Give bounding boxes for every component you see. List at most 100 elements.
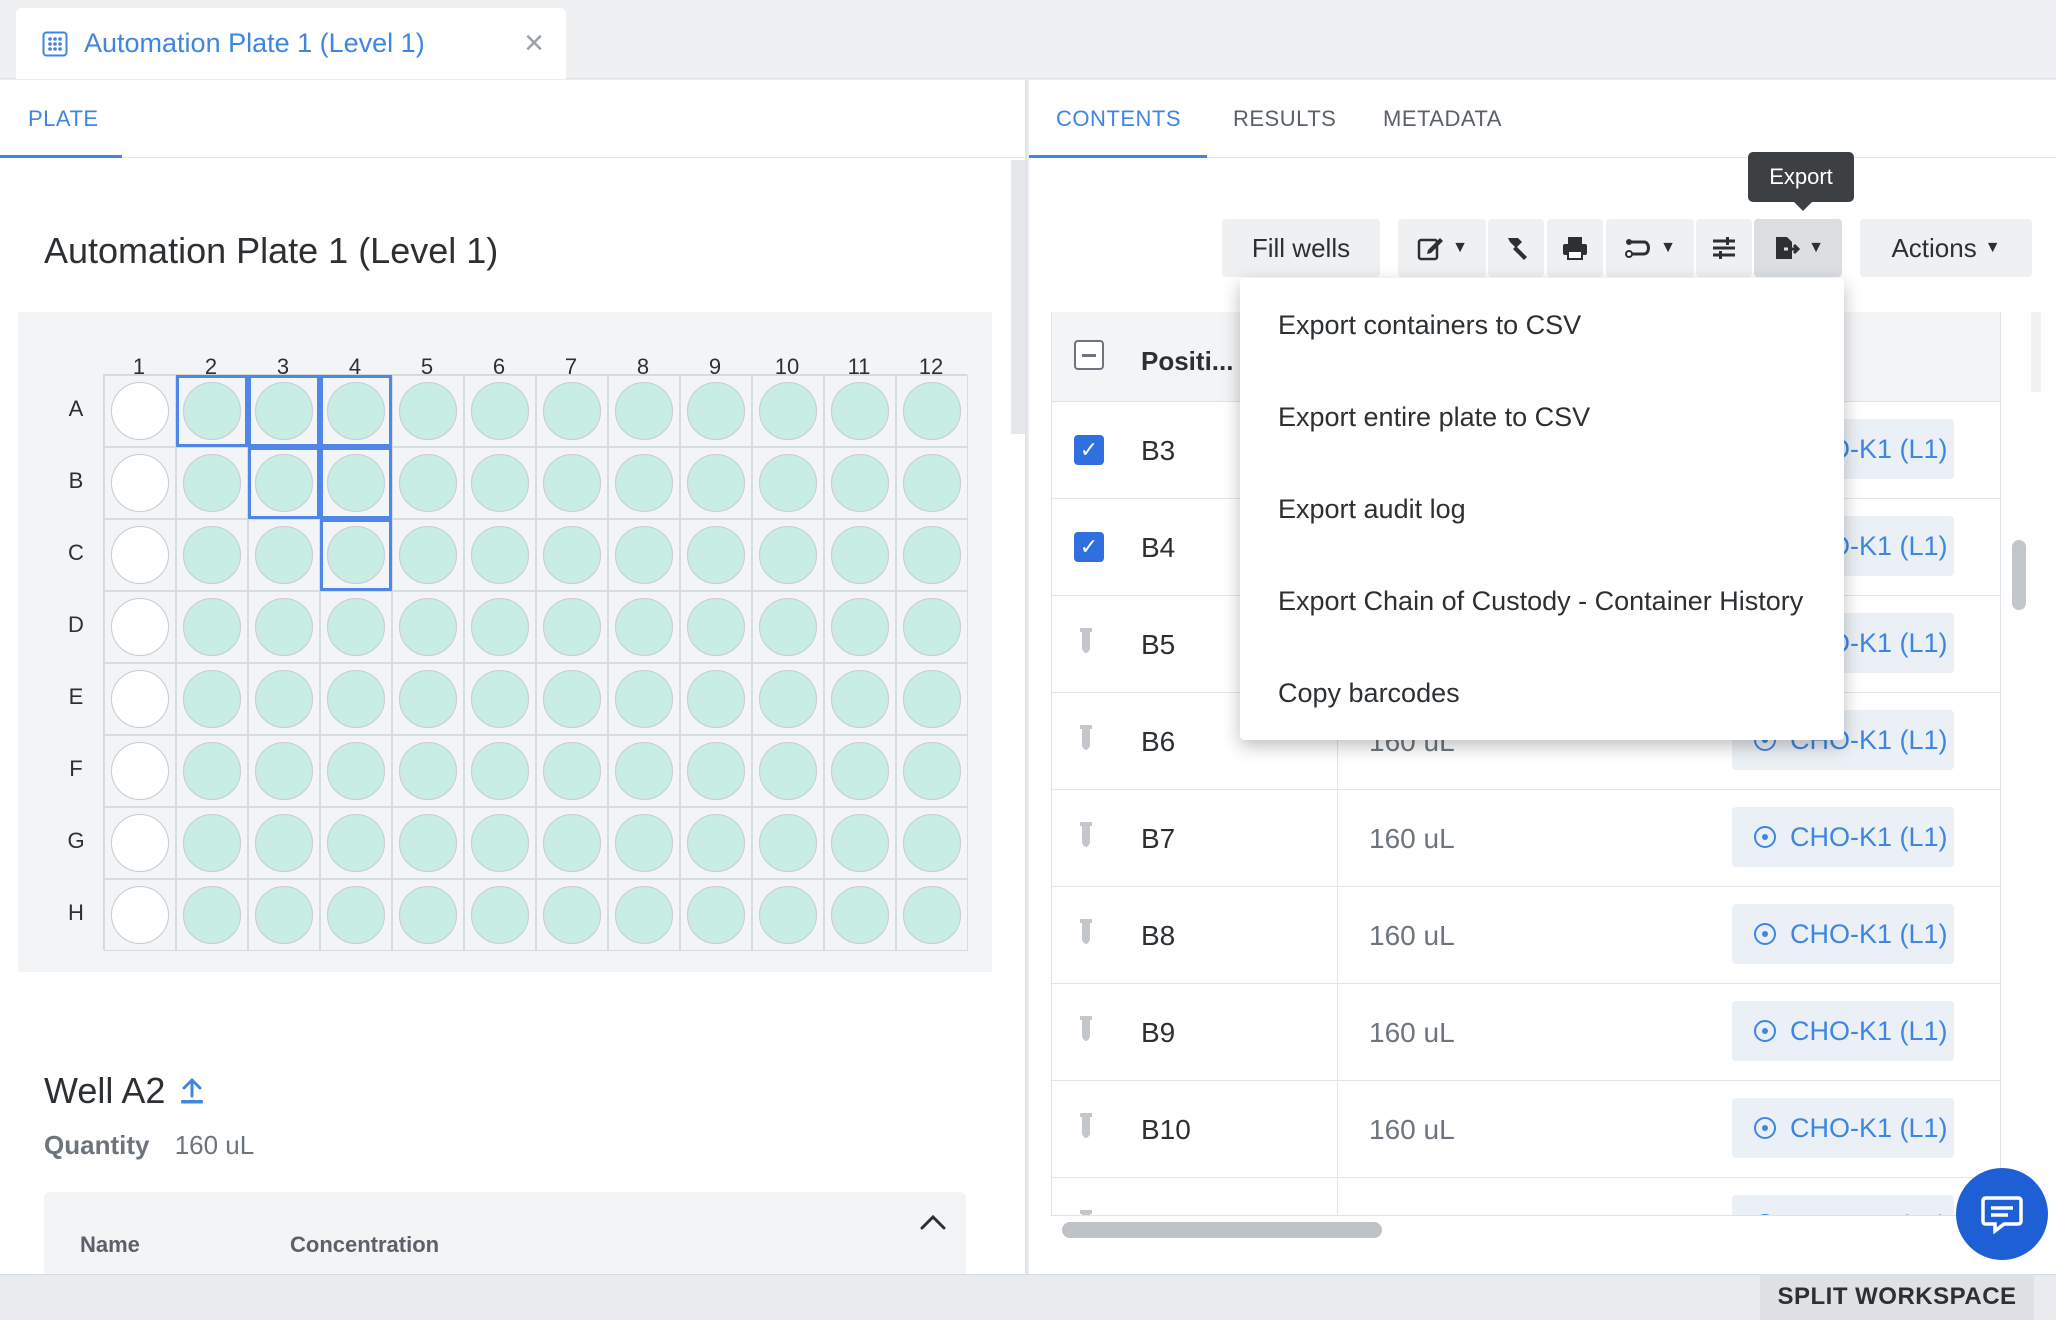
well-B10[interactable]	[752, 447, 824, 519]
well-C4[interactable]	[320, 519, 392, 591]
table-row[interactable]: B11 160 uL CHO-K1 (L1)	[1052, 1178, 2000, 1215]
well-C7[interactable]	[536, 519, 608, 591]
split-workspace-button[interactable]: SPLIT WORKSPACE	[1760, 1274, 2034, 1320]
well-F3[interactable]	[248, 735, 320, 807]
well-C11[interactable]	[824, 519, 896, 591]
well-A3[interactable]	[248, 375, 320, 447]
table-vertical-scrollbar[interactable]	[2012, 540, 2026, 610]
export-menu-button[interactable]: ▼	[1754, 219, 1842, 277]
well-A12[interactable]	[896, 375, 968, 447]
tab-plate[interactable]: PLATE	[28, 106, 99, 132]
chevron-up-icon[interactable]	[918, 1212, 948, 1232]
cell-line-chip[interactable]: CHO-K1 (L1)	[1732, 1195, 1954, 1215]
well-G8[interactable]	[608, 807, 680, 879]
cell-line-chip[interactable]: CHO-K1 (L1)	[1732, 1001, 1954, 1061]
well-C1[interactable]	[104, 519, 176, 591]
row-checkbox[interactable]: ✓	[1074, 435, 1104, 465]
chat-button[interactable]	[1956, 1168, 2048, 1260]
well-B5[interactable]	[392, 447, 464, 519]
menu-item-export-chain-of-custody[interactable]: Export Chain of Custody - Container Hist…	[1278, 586, 1803, 617]
well-G7[interactable]	[536, 807, 608, 879]
well-A7[interactable]	[536, 375, 608, 447]
well-D6[interactable]	[464, 591, 536, 663]
well-F11[interactable]	[824, 735, 896, 807]
well-A9[interactable]	[680, 375, 752, 447]
left-scrollbar[interactable]	[1011, 160, 1025, 434]
document-tab[interactable]: Automation Plate 1 (Level 1) ×	[16, 8, 566, 79]
edit-menu-button[interactable]: ▼	[1398, 219, 1486, 277]
cell-line-chip[interactable]: CHO-K1 (L1)	[1732, 1098, 1954, 1158]
well-H10[interactable]	[752, 879, 824, 951]
well-D10[interactable]	[752, 591, 824, 663]
well-F4[interactable]	[320, 735, 392, 807]
well-C3[interactable]	[248, 519, 320, 591]
well-G10[interactable]	[752, 807, 824, 879]
table-row[interactable]: B7 160 uL CHO-K1 (L1)	[1052, 790, 2000, 887]
well-F8[interactable]	[608, 735, 680, 807]
well-G1[interactable]	[104, 807, 176, 879]
well-F10[interactable]	[752, 735, 824, 807]
upload-icon[interactable]	[179, 1077, 205, 1105]
well-B11[interactable]	[824, 447, 896, 519]
well-G4[interactable]	[320, 807, 392, 879]
well-E1[interactable]	[104, 663, 176, 735]
well-E9[interactable]	[680, 663, 752, 735]
well-E11[interactable]	[824, 663, 896, 735]
well-F12[interactable]	[896, 735, 968, 807]
well-D3[interactable]	[248, 591, 320, 663]
well-E3[interactable]	[248, 663, 320, 735]
well-B6[interactable]	[464, 447, 536, 519]
well-H11[interactable]	[824, 879, 896, 951]
well-D11[interactable]	[824, 591, 896, 663]
hammer-button[interactable]	[1488, 219, 1544, 277]
well-F7[interactable]	[536, 735, 608, 807]
table-row[interactable]: B10 160 uL CHO-K1 (L1)	[1052, 1081, 2000, 1178]
well-D8[interactable]	[608, 591, 680, 663]
tab-contents[interactable]: CONTENTS	[1056, 106, 1181, 132]
well-D4[interactable]	[320, 591, 392, 663]
well-G12[interactable]	[896, 807, 968, 879]
cell-line-chip[interactable]: CHO-K1 (L1)	[1732, 807, 1954, 867]
well-E2[interactable]	[176, 663, 248, 735]
well-D2[interactable]	[176, 591, 248, 663]
well-H8[interactable]	[608, 879, 680, 951]
well-C10[interactable]	[752, 519, 824, 591]
table-row[interactable]: B9 160 uL CHO-K1 (L1)	[1052, 984, 2000, 1081]
transfer-menu-button[interactable]: ▼	[1606, 219, 1694, 277]
well-B8[interactable]	[608, 447, 680, 519]
well-B7[interactable]	[536, 447, 608, 519]
well-B4[interactable]	[320, 447, 392, 519]
well-B3[interactable]	[248, 447, 320, 519]
well-C9[interactable]	[680, 519, 752, 591]
well-C5[interactable]	[392, 519, 464, 591]
well-G5[interactable]	[392, 807, 464, 879]
well-H9[interactable]	[680, 879, 752, 951]
well-B9[interactable]	[680, 447, 752, 519]
well-A10[interactable]	[752, 375, 824, 447]
well-B12[interactable]	[896, 447, 968, 519]
well-A1[interactable]	[104, 375, 176, 447]
well-D5[interactable]	[392, 591, 464, 663]
menu-item-export-plate-csv[interactable]: Export entire plate to CSV	[1278, 402, 1590, 433]
well-H4[interactable]	[320, 879, 392, 951]
tab-results[interactable]: RESULTS	[1233, 106, 1336, 132]
well-A8[interactable]	[608, 375, 680, 447]
well-F5[interactable]	[392, 735, 464, 807]
well-H1[interactable]	[104, 879, 176, 951]
well-A6[interactable]	[464, 375, 536, 447]
well-C12[interactable]	[896, 519, 968, 591]
well-D1[interactable]	[104, 591, 176, 663]
well-G6[interactable]	[464, 807, 536, 879]
well-C6[interactable]	[464, 519, 536, 591]
well-D12[interactable]	[896, 591, 968, 663]
well-H12[interactable]	[896, 879, 968, 951]
well-A2[interactable]	[176, 375, 248, 447]
well-G11[interactable]	[824, 807, 896, 879]
well-C2[interactable]	[176, 519, 248, 591]
well-F1[interactable]	[104, 735, 176, 807]
fill-wells-button[interactable]: Fill wells	[1222, 219, 1380, 277]
well-A5[interactable]	[392, 375, 464, 447]
columns-button[interactable]	[1696, 219, 1752, 277]
well-E10[interactable]	[752, 663, 824, 735]
menu-item-export-audit-log[interactable]: Export audit log	[1278, 494, 1466, 525]
